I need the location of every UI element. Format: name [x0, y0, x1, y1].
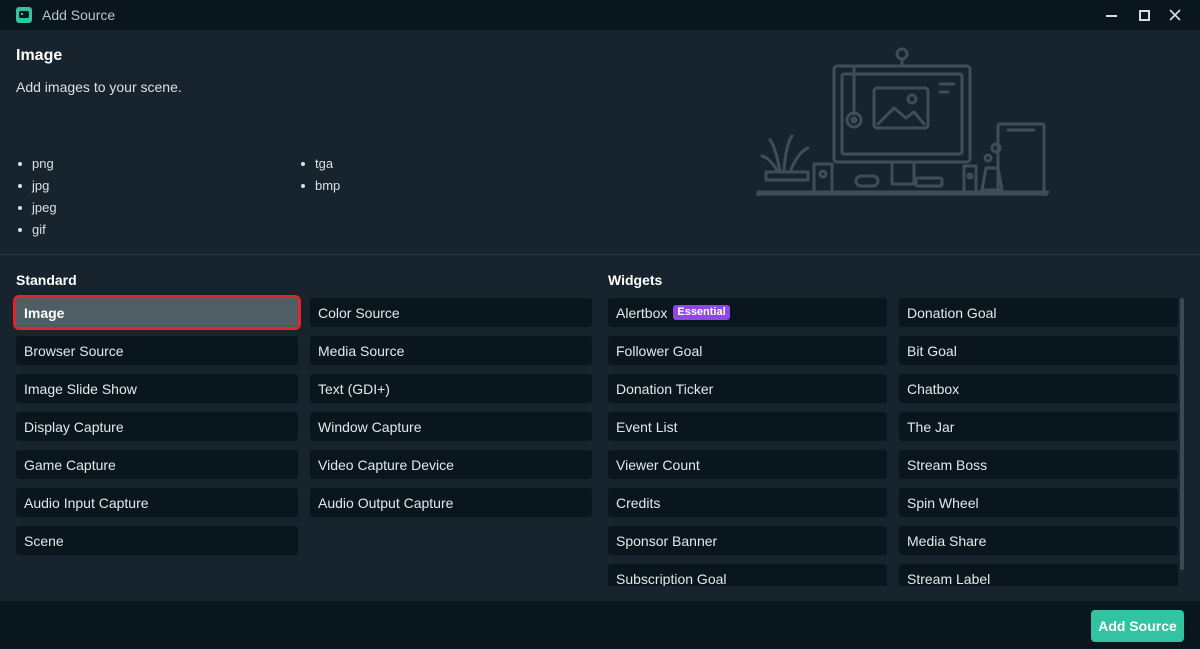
widget-option-viewer-count[interactable]: Viewer Count	[608, 450, 887, 479]
essential-badge: Essential	[673, 305, 730, 320]
source-title: Image	[16, 47, 63, 64]
title-bar: Add Source	[0, 0, 1200, 30]
format-list: png jpg jpeg gif	[16, 156, 57, 244]
add-source-button[interactable]: Add Source	[1091, 610, 1184, 642]
widget-option-event-list[interactable]: Event List	[608, 412, 887, 441]
minimize-icon	[1105, 15, 1117, 17]
source-option-image-slide-show[interactable]: Image Slide Show	[16, 374, 298, 403]
source-description: Add images to your scene.	[16, 79, 182, 95]
source-option-audio-input-capture[interactable]: Audio Input Capture	[16, 488, 298, 517]
window-title: Add Source	[42, 7, 116, 23]
source-info-panel: Image Add images to your scene. png jpg …	[0, 30, 1200, 254]
section-divider	[0, 254, 1200, 255]
widget-option-follower-goal[interactable]: Follower Goal	[608, 336, 887, 365]
source-option-display-capture[interactable]: Display Capture	[16, 412, 298, 441]
source-option-image[interactable]: Image	[13, 295, 301, 330]
widgets-section-title: Widgets	[608, 272, 663, 288]
widget-option-donation-goal[interactable]: Donation Goal	[899, 298, 1178, 327]
widget-option-subscription-goal[interactable]: Subscription Goal	[608, 564, 887, 586]
widget-option-stream-boss[interactable]: Stream Boss	[899, 450, 1178, 479]
close-button[interactable]	[1160, 0, 1190, 30]
source-option-audio-output-capture[interactable]: Audio Output Capture	[310, 488, 592, 517]
widget-option-spin-wheel[interactable]: Spin Wheel	[899, 488, 1178, 517]
standard-section-title: Standard	[16, 272, 77, 288]
widget-option-stream-label[interactable]: Stream Label	[899, 564, 1178, 586]
source-option-browser-source[interactable]: Browser Source	[16, 336, 298, 365]
app-logo-icon	[16, 7, 32, 23]
minimize-button[interactable]	[1096, 0, 1126, 30]
close-icon	[1169, 9, 1181, 21]
widget-option-credits[interactable]: Credits	[608, 488, 887, 517]
source-option-window-capture[interactable]: Window Capture	[310, 412, 592, 441]
widget-option-media-share[interactable]: Media Share	[899, 526, 1178, 555]
format-item: jpeg	[16, 200, 57, 222]
source-option-media-source[interactable]: Media Source	[310, 336, 592, 365]
source-option-game-capture[interactable]: Game Capture	[16, 450, 298, 479]
source-option-scene[interactable]: Scene	[16, 526, 298, 555]
widget-option-chatbox[interactable]: Chatbox	[899, 374, 1178, 403]
format-item: gif	[16, 222, 57, 244]
widget-option-the-jar[interactable]: The Jar	[899, 412, 1178, 441]
maximize-icon	[1138, 9, 1150, 21]
widget-label: Alertbox	[616, 304, 668, 321]
format-list: tga bmp	[299, 156, 340, 200]
format-item: tga	[299, 156, 340, 178]
format-item: bmp	[299, 178, 340, 200]
format-item: png	[16, 156, 57, 178]
widgets-scrollbar[interactable]	[1180, 298, 1184, 570]
source-option-color-source[interactable]: Color Source	[310, 298, 592, 327]
widget-option-donation-ticker[interactable]: Donation Ticker	[608, 374, 887, 403]
widgets-list: Alertbox Essential Follower Goal Donatio…	[600, 296, 1200, 586]
source-option-video-capture-device[interactable]: Video Capture Device	[310, 450, 592, 479]
source-option-text-gdi[interactable]: Text (GDI+)	[310, 374, 592, 403]
footer-bar	[0, 601, 1200, 649]
maximize-button[interactable]	[1129, 0, 1159, 30]
widget-option-bit-goal[interactable]: Bit Goal	[899, 336, 1178, 365]
widget-option-sponsor-banner[interactable]: Sponsor Banner	[608, 526, 887, 555]
widget-option-alertbox[interactable]: Alertbox Essential	[608, 298, 887, 327]
format-item: jpg	[16, 178, 57, 200]
desk-monitor-illustration	[756, 47, 1050, 196]
